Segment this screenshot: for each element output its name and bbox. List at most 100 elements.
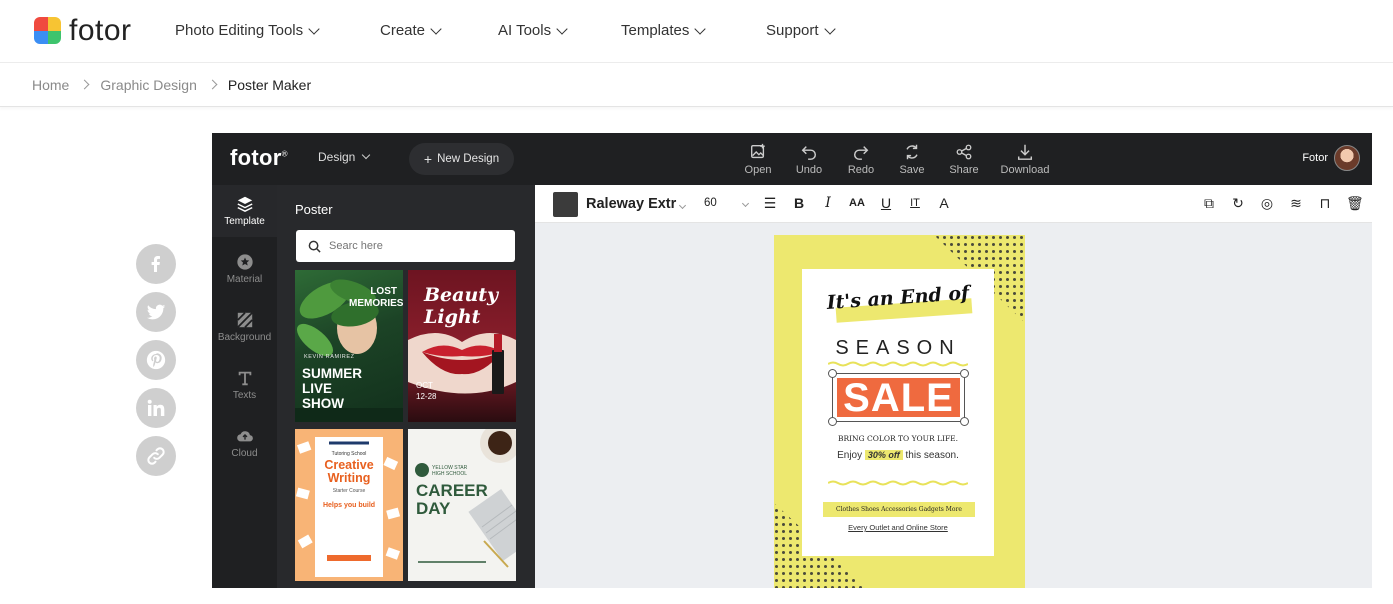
search-input[interactable] [329,240,499,252]
share-button[interactable]: Share [939,143,989,176]
rail-label: Background [217,332,272,343]
rail-label: Texts [232,390,257,401]
top-navigation: fotor Photo Editing Tools Create AI Tool… [0,0,1393,63]
pinterest-icon [146,350,166,370]
effects-icon[interactable]: ◎ [1259,195,1275,211]
new-design-button[interactable]: + New Design [409,143,514,175]
font-family-select[interactable]: Raleway Extr [586,196,687,212]
template-creative-writing[interactable]: Tutoring School Creative Writing Starter… [295,429,403,581]
fotor-logo[interactable]: fotor [34,16,132,46]
chevron-down-icon [556,22,568,35]
poster-editor-preview: fotor® Design + New Design Open Undo Redo… [212,133,1372,588]
rail-cloud[interactable]: Cloud [212,417,277,469]
layer-order-icon[interactable]: ≋ [1288,195,1304,211]
rail-label: Material [226,274,263,285]
layers-icon [236,196,253,213]
download-button[interactable]: Download [1000,143,1050,176]
text-icon [238,371,251,386]
text-effect-icon[interactable]: A [936,195,952,211]
fotor-logo-mark [34,17,61,44]
resize-handle[interactable] [828,417,837,426]
link-icon [147,447,165,465]
poster-banner: Clothes Shoes Accessories Gadgets More [823,502,975,517]
panel-title: Poster [295,202,333,217]
underline-icon[interactable]: U [878,195,894,211]
nav-photo-editing-tools[interactable]: Photo Editing Tools [175,22,320,39]
font-family-label: Raleway Extr [586,196,677,212]
design-menu[interactable]: Design [318,150,371,164]
rotate-icon[interactable]: ↻ [1230,195,1246,211]
editor-logo[interactable]: fotor® [230,145,288,171]
editor-topbar: fotor® Design + New Design Open Undo Redo… [212,133,1372,185]
chevron-down-icon [679,201,687,210]
search-icon [308,240,321,253]
undo-button[interactable]: Undo [784,143,834,176]
user-account[interactable]: Fotor [1302,145,1360,171]
italic-icon[interactable]: I [820,195,836,211]
nav-create[interactable]: Create [380,22,442,39]
resize-handle[interactable] [960,417,969,426]
align-icon[interactable]: ☰ [762,195,778,211]
copy-link[interactable] [136,436,176,476]
redo-button[interactable]: Redo [836,143,886,176]
nav-label: Templates [621,22,690,39]
chevron-down-icon [694,22,707,35]
breadcrumb-home[interactable]: Home [32,77,69,93]
open-button[interactable]: Open [733,143,783,176]
font-size-select[interactable]: 60 [704,197,749,209]
duplicate-icon[interactable]: ⧉ [1201,195,1217,211]
share-pinterest[interactable] [136,340,176,380]
share-facebook[interactable] [136,244,176,284]
resize-handle[interactable] [828,369,837,378]
rail-background[interactable]: Background [212,301,277,353]
twitter-icon [146,304,166,320]
facebook-icon [151,256,160,272]
rail-material[interactable]: Material [212,243,277,295]
line-height-icon[interactable]: IT [907,195,923,211]
template-summer-live-show[interactable]: LOST MEMORIES KEVIN RAMIREZ SUMMER LIVE … [295,270,403,422]
hatch-icon [236,312,253,328]
delete-icon[interactable]: 🗑 [1346,195,1364,211]
wavy-line [828,480,968,486]
save-button[interactable]: Save [887,143,937,176]
rail-label: Template [224,216,265,227]
template-name-text: KEVIN RAMIREZ [304,354,355,360]
template-search[interactable] [296,230,515,262]
text-color-swatch[interactable] [553,192,578,217]
breadcrumb-graphic-design[interactable]: Graphic Design [100,77,197,93]
chevron-down-icon [823,22,836,35]
template-title-text: CAREER DAY [416,481,488,518]
poster-line1: BRING COLOR TO YOUR LIFE. [837,434,959,443]
template-panel: Poster LOST MEMORIES KEVIN RAMIREZ SUMME… [277,185,535,588]
nav-ai-tools[interactable]: AI Tools [498,22,568,39]
download-label: Download [1000,164,1050,176]
linkedin-icon [147,399,165,416]
save-label: Save [899,164,925,176]
nav-templates[interactable]: Templates [621,22,707,39]
resize-handle[interactable] [960,369,969,378]
chevron-right-icon [79,79,90,90]
selection-box[interactable]: SALE [828,369,969,426]
lock-icon[interactable]: ⊓ [1317,195,1333,211]
poster-card: It's an End of SEASON SALE BRING COLOR T… [802,269,994,556]
nav-support[interactable]: Support [766,22,836,39]
poster-canvas[interactable]: It's an End of SEASON SALE BRING COLOR T… [774,235,1025,588]
plus-icon: + [423,151,433,167]
breadcrumb-current: Poster Maker [227,76,312,93]
nav-label: Photo Editing Tools [175,22,304,39]
template-date-text: OCT 12-28 [416,381,437,401]
template-beauty-light[interactable]: Beauty Light OCT 12-28 [408,270,516,422]
template-tagline-text: Helps you build [322,502,376,509]
share-linkedin[interactable] [136,388,176,428]
chevron-right-icon [207,79,218,90]
rail-template[interactable]: Template [212,185,277,237]
letter-spacing-icon[interactable]: AA [849,195,865,211]
share-icon [956,144,972,160]
bold-icon[interactable]: B [791,195,807,211]
editor-side-rail: Template Material Background Texts Cloud [212,185,277,588]
save-icon [906,144,918,160]
rail-texts[interactable]: Texts [212,359,277,411]
chevron-down-icon [362,150,371,160]
share-twitter[interactable] [136,292,176,332]
template-career-day[interactable]: YELLOW STAR HIGH SCHOOL CAREER DAY [408,429,516,581]
